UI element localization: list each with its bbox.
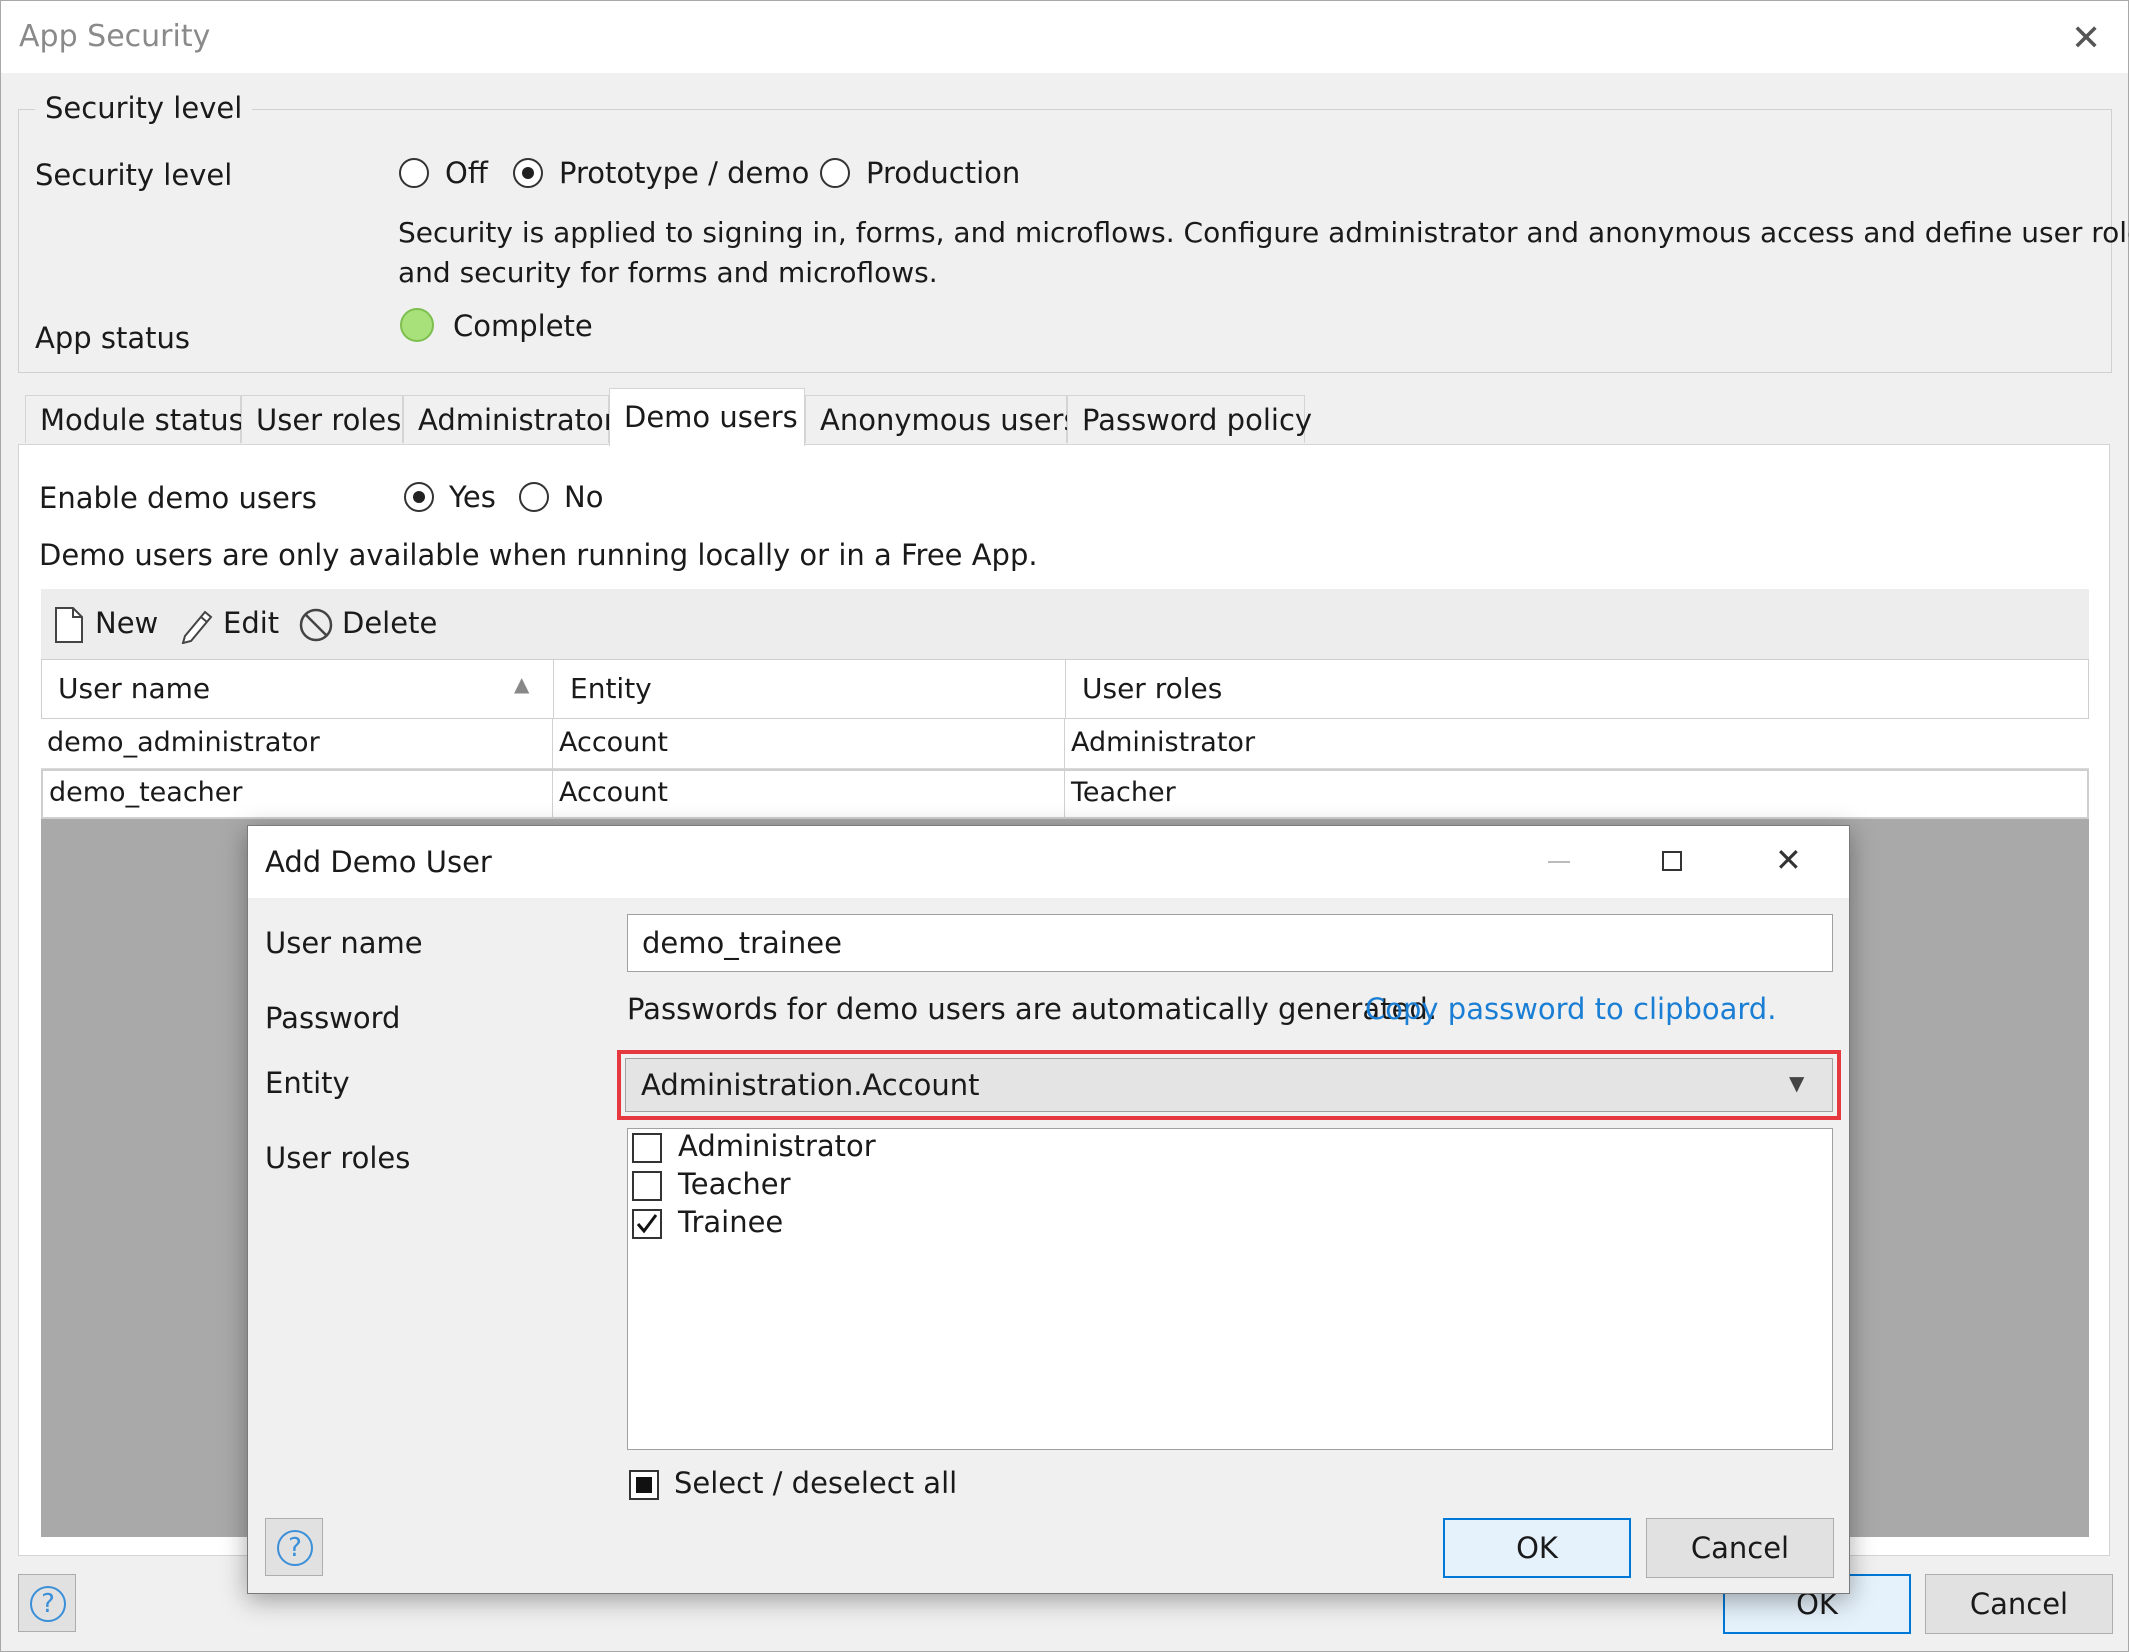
grid-header: User name ▲ Entity User roles bbox=[41, 659, 2089, 720]
help-icon: ? bbox=[277, 1530, 313, 1566]
column-separator bbox=[1065, 660, 1066, 720]
new-button-label: New bbox=[95, 606, 159, 640]
cell-user-roles: Teacher bbox=[1071, 777, 1176, 808]
cell-entity: Account bbox=[559, 727, 669, 758]
radio-production[interactable] bbox=[820, 158, 852, 190]
dialog-titlebar: Add Demo User ✕ bbox=[248, 826, 1849, 898]
password-note: Passwords for demo users are automatical… bbox=[627, 992, 1437, 1026]
edit-button-label: Edit bbox=[223, 606, 280, 640]
user-name-label: User name bbox=[265, 926, 423, 960]
column-header-user-name[interactable]: User name bbox=[58, 672, 210, 705]
role-item-administrator[interactable]: Administrator bbox=[630, 1129, 1830, 1167]
user-name-input[interactable]: demo_trainee bbox=[627, 914, 1833, 972]
app-status-label: App status bbox=[35, 321, 190, 355]
select-all-checkbox[interactable] bbox=[629, 1470, 659, 1500]
radio-off-circle[interactable] bbox=[399, 158, 429, 188]
dialog-title: Add Demo User bbox=[265, 845, 492, 879]
radio-production-label[interactable]: Production bbox=[866, 156, 1020, 190]
help-button[interactable]: ? bbox=[18, 1574, 76, 1632]
window-titlebar: App Security ✕ bbox=[1, 1, 2128, 73]
checkmark-icon bbox=[636, 1214, 658, 1234]
new-document-icon bbox=[55, 607, 83, 643]
table-row[interactable]: demo_administrator Account Administrator bbox=[41, 719, 2089, 769]
window-title: App Security bbox=[19, 19, 211, 54]
role-item-trainee[interactable]: Trainee bbox=[630, 1205, 1830, 1243]
role-checkbox-teacher[interactable] bbox=[632, 1171, 662, 1201]
role-checkbox-administrator[interactable] bbox=[632, 1133, 662, 1163]
dialog-cancel-button[interactable]: Cancel bbox=[1646, 1518, 1834, 1578]
dialog-ok-button[interactable]: OK bbox=[1443, 1518, 1631, 1578]
select-deselect-all[interactable]: Select / deselect all bbox=[627, 1466, 957, 1506]
role-item-teacher[interactable]: Teacher bbox=[630, 1167, 1830, 1205]
role-checkbox-trainee[interactable] bbox=[632, 1209, 662, 1239]
cell-user-roles: Administrator bbox=[1071, 727, 1256, 758]
tab-module-status[interactable]: Module status bbox=[25, 395, 244, 443]
tab-user-roles[interactable]: User roles bbox=[241, 395, 403, 443]
enable-demo-users-label: Enable demo users bbox=[39, 481, 317, 515]
security-level-label: Security level bbox=[35, 158, 233, 192]
indeterminate-icon bbox=[636, 1477, 652, 1493]
prohibited-icon bbox=[299, 608, 333, 642]
cancel-button[interactable]: Cancel bbox=[1925, 1574, 2113, 1634]
column-separator bbox=[552, 771, 553, 817]
radio-off[interactable] bbox=[399, 158, 431, 190]
cell-user-name: demo_administrator bbox=[47, 727, 320, 758]
security-level-group-title: Security level bbox=[35, 91, 253, 125]
user-roles-list: Administrator Teacher Trainee bbox=[627, 1128, 1833, 1450]
column-header-entity[interactable]: Entity bbox=[570, 672, 652, 705]
user-name-value: demo_trainee bbox=[642, 926, 842, 960]
column-header-user-roles[interactable]: User roles bbox=[1082, 672, 1222, 705]
copy-password-link[interactable]: Copy password to clipboard. bbox=[1365, 992, 1776, 1026]
radio-prototype-demo-label[interactable]: Prototype / demo bbox=[559, 156, 809, 190]
column-separator bbox=[1064, 771, 1065, 817]
tab-password-policy[interactable]: Password policy bbox=[1067, 395, 1312, 443]
radio-no[interactable] bbox=[519, 482, 549, 512]
role-label-administrator: Administrator bbox=[678, 1129, 876, 1163]
dialog-help-button[interactable]: ? bbox=[265, 1518, 323, 1576]
app-status-indicator bbox=[400, 308, 434, 342]
demo-users-note: Demo users are only available when runni… bbox=[39, 538, 1038, 572]
sort-ascending-icon: ▲ bbox=[514, 672, 530, 696]
dialog-close-icon[interactable]: ✕ bbox=[1775, 844, 1802, 876]
tab-demo-users[interactable]: Demo users bbox=[609, 388, 805, 446]
select-all-label: Select / deselect all bbox=[674, 1466, 958, 1500]
radio-off-label[interactable]: Off bbox=[445, 156, 488, 190]
column-separator bbox=[553, 660, 554, 720]
security-description-line1: Security is applied to signing in, forms… bbox=[398, 216, 2129, 249]
column-separator bbox=[552, 719, 553, 769]
minimize-icon[interactable] bbox=[1548, 861, 1570, 863]
dropdown-arrow-icon: ▼ bbox=[1789, 1071, 1805, 1095]
delete-button-label: Delete bbox=[342, 606, 438, 640]
radio-production-circle[interactable] bbox=[820, 158, 850, 188]
cell-user-name: demo_teacher bbox=[49, 777, 243, 808]
user-roles-label: User roles bbox=[265, 1141, 411, 1175]
radio-prototype-demo-circle[interactable] bbox=[513, 158, 543, 188]
radio-yes-label[interactable]: Yes bbox=[449, 480, 496, 514]
entity-select[interactable]: Administration.Account ▼ bbox=[625, 1058, 1833, 1112]
role-label-teacher: Teacher bbox=[678, 1167, 791, 1201]
table-row[interactable]: demo_teacher Account Teacher bbox=[41, 769, 2089, 819]
maximize-icon[interactable] bbox=[1662, 851, 1682, 871]
app-status-value: Complete bbox=[453, 309, 593, 343]
column-separator bbox=[1064, 719, 1065, 769]
tab-administrator[interactable]: Administrator bbox=[403, 395, 616, 443]
radio-yes[interactable] bbox=[404, 482, 434, 512]
new-button[interactable]: New bbox=[51, 604, 161, 646]
role-label-trainee: Trainee bbox=[678, 1205, 784, 1239]
cell-entity: Account bbox=[559, 777, 669, 808]
password-label: Password bbox=[265, 1001, 401, 1035]
entity-select-value: Administration.Account bbox=[641, 1068, 980, 1102]
radio-prototype-demo[interactable] bbox=[513, 158, 545, 190]
entity-label: Entity bbox=[265, 1066, 350, 1100]
edit-button[interactable]: Edit bbox=[177, 604, 287, 646]
close-icon[interactable]: ✕ bbox=[2071, 21, 2101, 57]
help-icon: ? bbox=[30, 1586, 66, 1622]
radio-no-label[interactable]: No bbox=[564, 480, 603, 514]
security-description-line2: and security for forms and microflows. bbox=[398, 256, 938, 289]
add-demo-user-dialog: Add Demo User ✕ User name demo_trainee P… bbox=[247, 825, 1850, 1594]
delete-button[interactable]: Delete bbox=[296, 604, 438, 646]
tab-anonymous-users[interactable]: Anonymous users bbox=[805, 395, 1079, 443]
pencil-icon bbox=[181, 610, 213, 644]
